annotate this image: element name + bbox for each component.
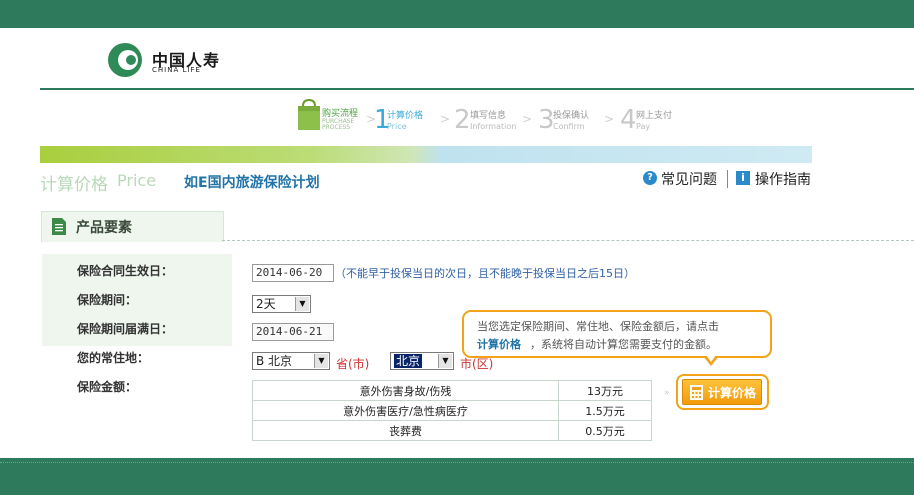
coverage-item: 丧葬费	[252, 420, 559, 441]
residence-label: 您的常住地：	[77, 351, 150, 365]
expiry-label: 保险期间届满日：	[77, 322, 174, 336]
chevron-down-icon: ▼	[295, 297, 309, 311]
coverage-amount: 0.5万元	[558, 420, 652, 441]
tooltip-text-cont: ，系统将自动计算您需要支付的金额。	[530, 338, 717, 351]
period-select[interactable]: 2天 ▼	[252, 295, 311, 313]
province-value: B 北京	[256, 354, 293, 368]
top-banner	[0, 0, 914, 28]
period-label: 保险期间：	[77, 293, 138, 307]
amount-label: 保险金额：	[77, 380, 138, 394]
step-label: 计算价格	[387, 111, 424, 121]
table-row: 意外伤害医疗/急性病医疗 1.5万元	[252, 400, 652, 421]
step-arrow: >	[604, 112, 615, 126]
calculator-icon	[690, 385, 703, 400]
document-icon	[52, 218, 66, 235]
tooltip-calc-link[interactable]: 计算价格	[477, 336, 521, 352]
coverage-table: 意外伤害身故/伤残 13万元 意外伤害医疗/急性病医疗 1.5万元 丧葬费 0.…	[252, 380, 652, 441]
table-row: 丧葬费 0.5万元	[252, 420, 652, 441]
step-number: 2	[454, 105, 471, 135]
province-select[interactable]: B 北京 ▼	[252, 352, 330, 370]
flow-subtitle: PURCHASE PROCESS	[322, 118, 355, 131]
section-tab	[41, 211, 224, 242]
step-sublabel: Price	[387, 122, 407, 131]
step-sublabel: Pay	[636, 122, 651, 131]
link-divider	[727, 170, 728, 188]
chevron-down-icon: ▼	[438, 354, 452, 368]
section-divider	[222, 240, 914, 241]
step-arrow: >	[440, 112, 451, 126]
effective-date-label: 保险合同生效日：	[77, 264, 174, 278]
coverage-amount: 13万元	[558, 380, 652, 401]
page-title-en: Price	[117, 171, 157, 190]
province-suffix: 省(市)	[336, 357, 370, 371]
city-value: 北京	[394, 354, 423, 368]
section-title: 产品要素	[76, 220, 132, 236]
progress-banner	[40, 146, 812, 163]
info-icon[interactable]: i	[736, 171, 750, 185]
china-life-logo-icon	[108, 43, 142, 77]
chevron-down-icon: ▼	[314, 354, 328, 368]
plan-name: 如E国内旅游保险计划	[184, 175, 320, 191]
city-select[interactable]: 北京 ▼	[390, 352, 454, 370]
faq-link[interactable]: 常见问题	[661, 169, 717, 189]
table-row: 意外伤害身故/伤残 13万元	[252, 380, 652, 401]
step-label: 填写信息	[470, 111, 507, 121]
guide-link[interactable]: 操作指南	[755, 169, 811, 189]
effective-date-input[interactable]: 2014-06-20	[252, 264, 334, 282]
coverage-item: 意外伤害身故/伤残	[252, 380, 559, 401]
tooltip-tail-inner	[706, 355, 716, 362]
brand-name-en: CHINA LIFE	[152, 66, 201, 74]
tooltip-text: 当您选定保险期间、常住地、保险金额后，请点击	[477, 320, 719, 333]
shopping-bag-icon	[298, 98, 320, 130]
step-number: 4	[620, 105, 637, 135]
step-label: 网上支付	[636, 111, 673, 121]
step-label: 投保确认	[553, 111, 590, 121]
effective-date-hint: （不能早于投保当日的次日，且不能晚于投保当日之后15日）	[335, 267, 635, 280]
footer-dotted-line	[0, 462, 914, 463]
footer-band	[0, 458, 914, 495]
page-title: 计算价格	[40, 175, 108, 195]
question-icon[interactable]: ?	[643, 171, 657, 185]
coverage-amount: 1.5万元	[558, 400, 652, 421]
calculate-price-label[interactable]: 计算价格	[708, 384, 756, 401]
step-sublabel: Information	[470, 122, 517, 131]
coverage-item: 意外伤害医疗/急性病医疗	[252, 400, 559, 421]
header-divider	[40, 88, 914, 90]
period-value: 2天	[256, 297, 276, 311]
step-sublabel: Confirm	[553, 122, 585, 131]
expiry-date-field: 2014-06-21	[252, 323, 334, 341]
step-arrow: >	[522, 112, 533, 126]
decorative-dots: »	[664, 388, 671, 398]
